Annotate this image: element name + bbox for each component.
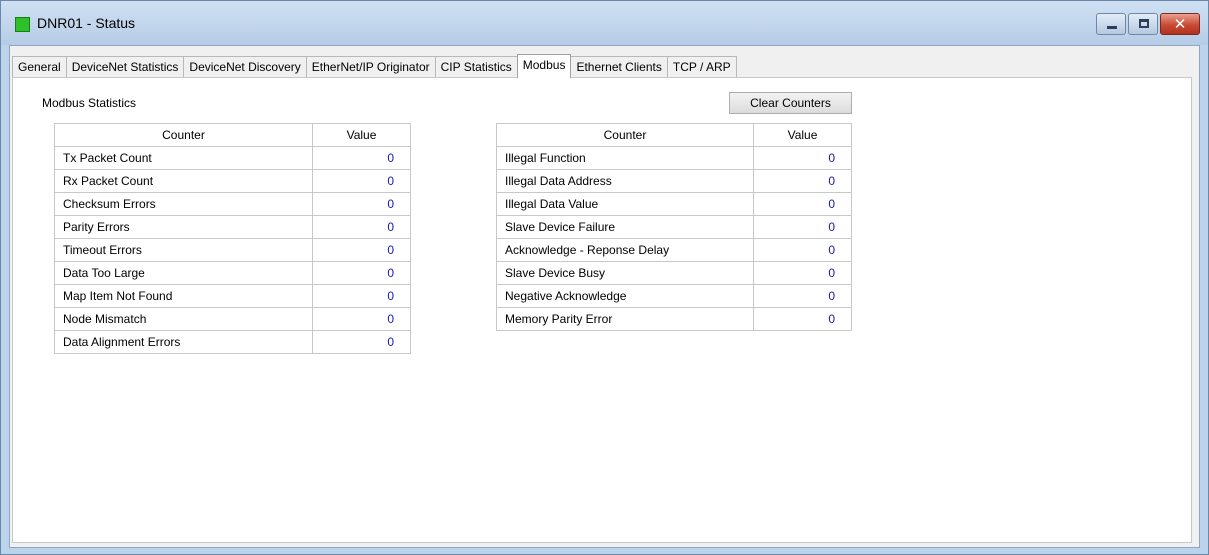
table-row[interactable]: Illegal Function 0	[496, 146, 852, 170]
table-row[interactable]: Node Mismatch 0	[54, 307, 411, 331]
column-header-counter[interactable]: Counter	[54, 123, 313, 147]
counter-name: Rx Packet Count	[54, 169, 313, 193]
table-header-row: Counter Value	[496, 123, 852, 147]
counter-name: Tx Packet Count	[54, 146, 313, 170]
modbus-counters-table-left: Counter Value Tx Packet Count 0 Rx Packet …	[54, 123, 411, 354]
counter-name: Illegal Data Value	[496, 192, 754, 216]
tab-devicenet-statistics[interactable]: DeviceNet Statistics	[65, 56, 185, 78]
table-row[interactable]: Illegal Data Address 0	[496, 169, 852, 193]
counter-value: 0	[753, 146, 852, 170]
counter-value: 0	[312, 192, 411, 216]
counter-value: 0	[753, 261, 852, 285]
counter-value: 0	[753, 238, 852, 262]
table-row[interactable]: Memory Parity Error 0	[496, 307, 852, 331]
status-green-square-icon	[15, 17, 30, 32]
counter-name: Slave Device Failure	[496, 215, 754, 239]
column-header-counter[interactable]: Counter	[496, 123, 754, 147]
tab-devicenet-discovery[interactable]: DeviceNet Discovery	[183, 56, 307, 78]
tab-ethernet-ip-originator[interactable]: EtherNet/IP Originator	[305, 56, 436, 78]
counter-value: 0	[312, 146, 411, 170]
table-row[interactable]: Slave Device Busy 0	[496, 261, 852, 285]
tab-ethernet-clients[interactable]: Ethernet Clients	[570, 56, 668, 78]
tab-cip-statistics[interactable]: CIP Statistics	[434, 56, 518, 78]
status-window: DNR01 - Status ✕ General DeviceNet Statis…	[0, 0, 1209, 555]
close-button[interactable]: ✕	[1160, 13, 1200, 35]
counter-name: Data Alignment Errors	[54, 330, 313, 354]
tab-general[interactable]: General	[12, 56, 67, 78]
table-row[interactable]: Data Alignment Errors 0	[54, 330, 411, 354]
counter-value: 0	[312, 238, 411, 262]
minimize-icon	[1107, 26, 1117, 29]
counter-value: 0	[312, 284, 411, 308]
counter-value: 0	[312, 215, 411, 239]
counter-name: Map Item Not Found	[54, 284, 313, 308]
table-row[interactable]: Timeout Errors 0	[54, 238, 411, 262]
counter-name: Negative Acknowledge	[496, 284, 754, 308]
counter-name: Acknowledge - Reponse Delay	[496, 238, 754, 262]
table-row[interactable]: Data Too Large 0	[54, 261, 411, 285]
counter-name: Illegal Data Address	[496, 169, 754, 193]
table-row[interactable]: Tx Packet Count 0	[54, 146, 411, 170]
counter-value: 0	[312, 261, 411, 285]
modbus-panel: Modbus Statistics Clear Counters Counter…	[12, 77, 1192, 543]
minimize-button[interactable]	[1096, 13, 1126, 35]
column-header-value[interactable]: Value	[312, 123, 411, 147]
counter-name: Memory Parity Error	[496, 307, 754, 331]
counter-value: 0	[312, 169, 411, 193]
tab-tcp-arp[interactable]: TCP / ARP	[666, 56, 737, 78]
counter-value: 0	[753, 215, 852, 239]
table-row[interactable]: Slave Device Failure 0	[496, 215, 852, 239]
table-row[interactable]: Parity Errors 0	[54, 215, 411, 239]
counter-name: Checksum Errors	[54, 192, 313, 216]
counter-value: 0	[753, 192, 852, 216]
close-icon: ✕	[1173, 15, 1187, 33]
section-title: Modbus Statistics	[42, 96, 137, 110]
table-row[interactable]: Negative Acknowledge 0	[496, 284, 852, 308]
counter-value: 0	[753, 169, 852, 193]
maximize-icon	[1139, 19, 1149, 28]
tab-modbus[interactable]: Modbus	[516, 54, 572, 78]
counter-name: Slave Device Busy	[496, 261, 754, 285]
table-row[interactable]: Rx Packet Count 0	[54, 169, 411, 193]
table-row[interactable]: Map Item Not Found 0	[54, 284, 411, 308]
title-bar[interactable]: DNR01 - Status ✕	[1, 1, 1208, 45]
maximize-button[interactable]	[1128, 13, 1158, 35]
tab-strip: General DeviceNet Statistics DeviceNet Dis…	[10, 54, 737, 78]
counter-name: Illegal Function	[496, 146, 754, 170]
caption-buttons: ✕	[1094, 13, 1200, 35]
table-row[interactable]: Checksum Errors 0	[54, 192, 411, 216]
window-title: DNR01 - Status	[37, 15, 136, 31]
counter-name: Node Mismatch	[54, 307, 313, 331]
counter-value: 0	[312, 307, 411, 331]
counter-value: 0	[753, 284, 852, 308]
table-row[interactable]: Acknowledge - Reponse Delay 0	[496, 238, 852, 262]
counter-value: 0	[312, 330, 411, 354]
column-header-value[interactable]: Value	[753, 123, 852, 147]
counter-value: 0	[753, 307, 852, 331]
clear-counters-button[interactable]: Clear Counters	[729, 92, 852, 114]
counter-name: Timeout Errors	[54, 238, 313, 262]
client-area: General DeviceNet Statistics DeviceNet Dis…	[9, 45, 1200, 548]
counter-name: Parity Errors	[54, 215, 313, 239]
modbus-counters-table-right: Counter Value Illegal Function 0 Illegal D…	[496, 123, 852, 331]
table-header-row: Counter Value	[54, 123, 411, 147]
counter-name: Data Too Large	[54, 261, 313, 285]
table-row[interactable]: Illegal Data Value 0	[496, 192, 852, 216]
